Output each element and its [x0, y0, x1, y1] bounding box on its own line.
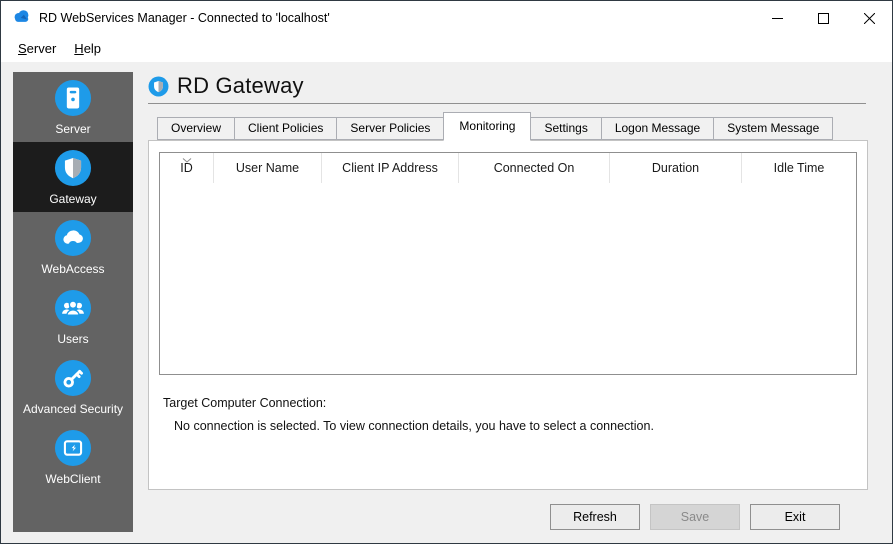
target-connection-block: Target Computer Connection: No connectio… [149, 375, 867, 433]
shield-icon [54, 149, 92, 186]
save-button: Save [650, 504, 740, 530]
tab-monitoring[interactable]: Monitoring [443, 112, 532, 141]
title-bar: RD WebServices Manager - Connected to 'l… [1, 1, 892, 35]
target-connection-label: Target Computer Connection: [163, 396, 327, 410]
sidebar-item-server[interactable]: Server [13, 72, 133, 142]
sidebar-item-webaccess[interactable]: WebAccess [13, 212, 133, 282]
menu-help[interactable]: Help [65, 38, 110, 59]
users-icon [54, 289, 92, 326]
sidebar-item-label: Gateway [49, 191, 97, 206]
column-header-client-ip[interactable]: Client IP Address [322, 153, 459, 183]
sidebar-item-gateway[interactable]: Gateway [13, 142, 133, 212]
tab-strip: Overview Client Policies Server Policies… [148, 111, 866, 141]
exit-button[interactable]: Exit [750, 504, 840, 530]
tab-logon-message[interactable]: Logon Message [600, 117, 715, 140]
tab-system-message[interactable]: System Message [713, 117, 834, 140]
server-icon [54, 79, 92, 116]
menu-bar: Server Help [1, 35, 892, 62]
content-area: Server Gateway WebAccess Users Advanced … [1, 62, 892, 543]
column-header-user-name[interactable]: User Name [214, 153, 322, 183]
menu-server[interactable]: Server [9, 38, 65, 59]
header-divider [148, 103, 866, 104]
window-controls [754, 1, 892, 35]
sidebar-item-label: WebAccess [41, 261, 105, 276]
sidebar-item-label: Advanced Security [22, 401, 124, 416]
sidebar-item-label: Users [57, 331, 89, 346]
sidebar-item-users[interactable]: Users [13, 282, 133, 352]
page-header: RD Gateway [148, 72, 866, 100]
monitor-icon [54, 429, 92, 466]
close-button[interactable] [846, 1, 892, 35]
refresh-button[interactable]: Refresh [550, 504, 640, 530]
tab-server-policies[interactable]: Server Policies [336, 117, 445, 140]
maximize-button[interactable] [800, 1, 846, 35]
tab-settings[interactable]: Settings [530, 117, 602, 140]
window-title: RD WebServices Manager - Connected to 'l… [39, 11, 330, 25]
sidebar-item-advanced-security[interactable]: Advanced Security [13, 352, 133, 422]
column-header-idle-time[interactable]: Idle Time [742, 153, 856, 183]
tab-client-policies[interactable]: Client Policies [234, 117, 338, 140]
target-connection-message: No connection is selected. To view conne… [174, 419, 654, 433]
main-panel: RD Gateway Overview Client Policies Serv… [133, 62, 892, 543]
cloud-icon [54, 219, 92, 256]
sidebar-item-label: WebClient [45, 471, 101, 486]
key-icon [54, 359, 92, 396]
sort-ascending-icon [182, 153, 191, 166]
column-header-duration[interactable]: Duration [610, 153, 742, 183]
monitoring-tab-panel: ID User Name Client IP Address Connected… [148, 140, 868, 490]
tab-overview[interactable]: Overview [157, 117, 236, 140]
sidebar-item-label: Server [55, 121, 91, 136]
app-cloud-icon [12, 8, 31, 28]
sidebar: Server Gateway WebAccess Users Advanced … [13, 72, 133, 532]
gateway-shield-icon [148, 76, 169, 96]
minimize-button[interactable] [754, 1, 800, 35]
listview-header: ID User Name Client IP Address Connected… [160, 153, 856, 183]
page-title: RD Gateway [177, 73, 304, 98]
column-header-id[interactable]: ID [160, 153, 214, 183]
footer-button-row: Refresh Save Exit [550, 504, 840, 530]
sidebar-item-webclient[interactable]: WebClient [13, 422, 133, 492]
column-header-connected-on[interactable]: Connected On [459, 153, 610, 183]
listview-body-empty [160, 183, 856, 374]
connections-listview: ID User Name Client IP Address Connected… [159, 152, 857, 375]
app-window: RD WebServices Manager - Connected to 'l… [0, 0, 893, 544]
